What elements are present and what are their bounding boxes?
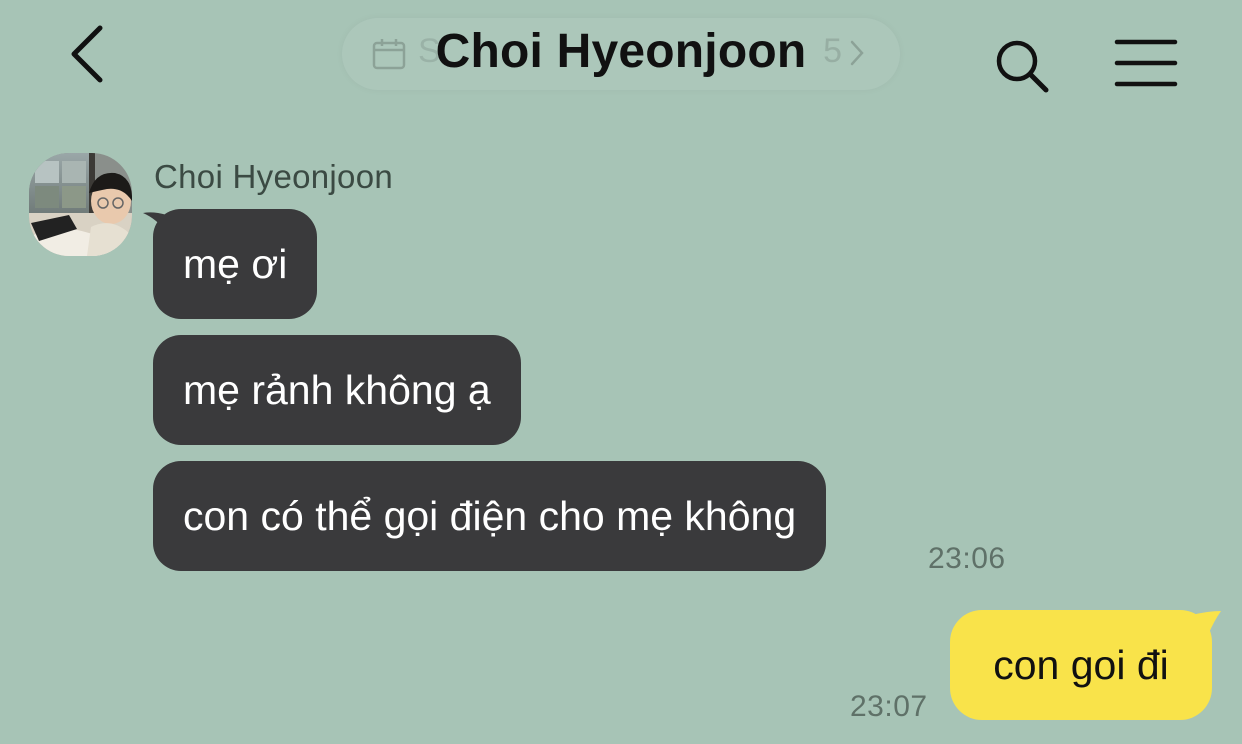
- chat-title: Choi Hyeonjoon: [435, 25, 807, 78]
- incoming-message[interactable]: mẹ ơi: [153, 209, 318, 319]
- avatar[interactable]: [29, 153, 132, 256]
- outgoing-message[interactable]: con goi đi: [950, 610, 1212, 720]
- profile-photo: [29, 153, 132, 256]
- incoming-message[interactable]: mẹ rảnh không ạ: [153, 335, 521, 445]
- incoming-message[interactable]: con có thể gọi điện cho mẹ không: [153, 461, 827, 571]
- menu-button[interactable]: [1114, 38, 1178, 88]
- outgoing-timestamp: 23:07: [850, 690, 928, 723]
- chat-header: S 5 Choi Hyeonjoon: [0, 0, 1242, 110]
- search-button[interactable]: [992, 36, 1052, 96]
- search-icon: [996, 40, 1049, 93]
- sender-name: Choi Hyeonjoon: [154, 158, 394, 195]
- incoming-timestamp: 23:06: [928, 542, 1006, 575]
- hamburger-menu-icon: [1114, 39, 1178, 87]
